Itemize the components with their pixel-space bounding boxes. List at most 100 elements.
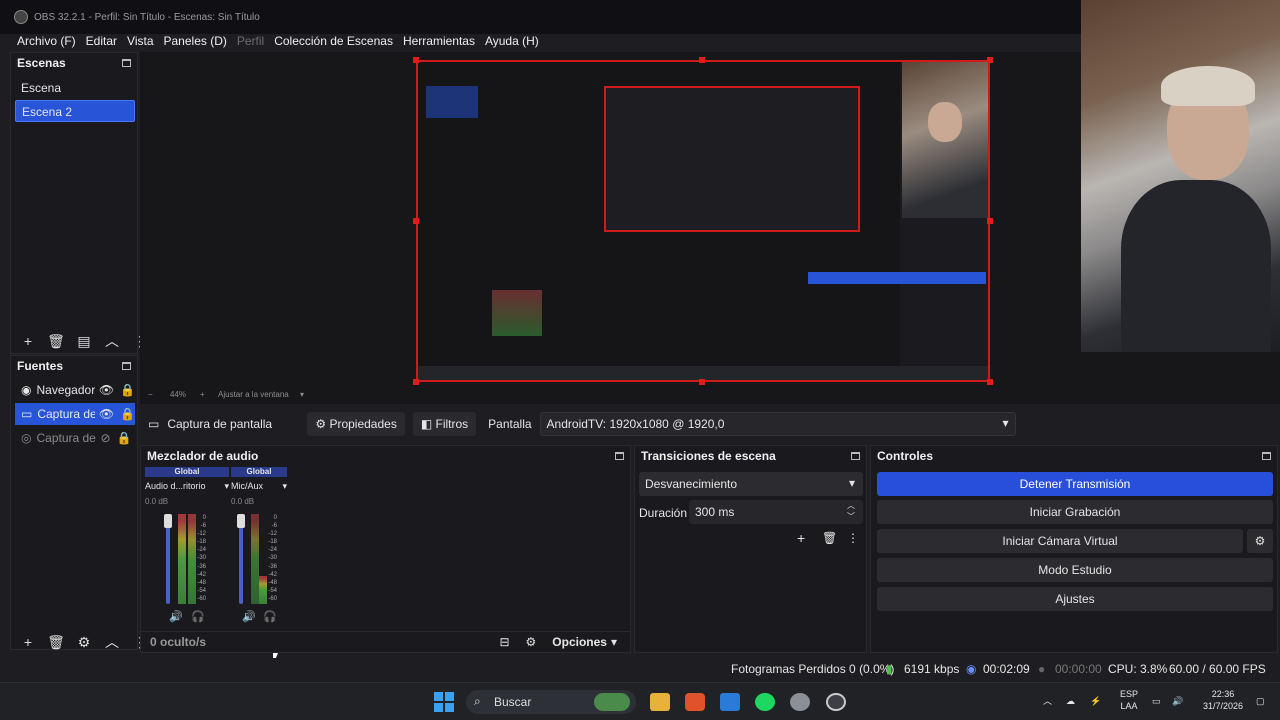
record-time: 00:00:00 — [1055, 662, 1102, 676]
captured-screen — [418, 62, 988, 380]
tray-chevron-icon[interactable]: ︿ — [1043, 695, 1052, 707]
speaker-icon[interactable]: 🔊 — [1172, 695, 1183, 707]
chevron-down-icon[interactable]: ▾ — [300, 390, 304, 399]
eye-icon[interactable]: 👁 — [99, 407, 114, 421]
zoom-in-icon[interactable]: + — [200, 390, 205, 399]
virtual-camera-button[interactable]: Iniciar Cámara Virtual — [877, 529, 1243, 553]
remove-scene-icon[interactable]: 🗑 — [45, 333, 67, 350]
obs-taskbar-icon[interactable] — [826, 693, 846, 711]
filters-button[interactable]: ◧ Filtros — [412, 412, 477, 436]
start-recording-button[interactable]: Iniciar Grabación — [877, 500, 1273, 524]
undock-icon[interactable] — [615, 452, 624, 460]
menu-paneles[interactable]: Paneles (D) — [164, 34, 227, 48]
network-tray-icon[interactable]: ⚡ — [1090, 695, 1101, 707]
menu-perfil[interactable]: Perfil — [237, 34, 264, 48]
move-up-icon[interactable]: ︿ — [101, 331, 123, 351]
chevron-down-icon[interactable]: ▾ — [282, 481, 287, 492]
program-preview[interactable] — [416, 60, 990, 382]
transitions-dock: Transiciones de escena Desvanecimiento ▾… — [634, 445, 867, 653]
menu-editar[interactable]: Editar — [86, 34, 117, 48]
undock-icon[interactable] — [122, 59, 131, 67]
mixer-channel-desktop: Global Audio d...ritorio ▾ 0.0 dB — [145, 467, 229, 506]
volume-icon[interactable]: 🔊 — [242, 610, 256, 623]
remove-transition-icon[interactable]: 🗑 — [822, 531, 837, 545]
menu-archivo[interactable]: Archivo (F) — [17, 34, 76, 48]
lock-icon[interactable]: 🔒 — [120, 383, 135, 397]
start-icon[interactable] — [434, 692, 454, 712]
volume-fader[interactable] — [239, 518, 243, 604]
filter-icon: ◧ — [420, 417, 436, 431]
level-meter — [178, 514, 186, 604]
source-item-captura-juego[interactable]: ◎ Captura de ⊘ 🔒 — [15, 427, 135, 449]
add-scene-icon[interactable]: + — [17, 333, 39, 349]
add-transition-icon[interactable]: + — [797, 530, 805, 546]
transition-select[interactable]: Desvanecimiento ▾ — [639, 472, 863, 496]
volume-icon[interactable]: 🔊 — [169, 610, 183, 623]
scene-item-escena-2[interactable]: Escena 2 — [15, 100, 135, 122]
taskbar-search[interactable]: ⌕ Buscar — [466, 690, 636, 714]
spinner-icon[interactable]: ︿ ﹀ — [847, 500, 855, 522]
clock[interactable]: 22:36 31/7/2026 — [1196, 688, 1250, 712]
more-icon[interactable]: ⋮ — [847, 531, 859, 545]
brave-browser-icon[interactable] — [685, 693, 705, 711]
store-icon[interactable] — [720, 693, 740, 711]
options-button[interactable]: Opciones — [552, 635, 607, 649]
settings-button[interactable]: Ajustes — [877, 587, 1273, 611]
resize-handle[interactable] — [413, 379, 419, 385]
fader-knob[interactable] — [237, 514, 245, 528]
studio-mode-button[interactable]: Modo Estudio — [877, 558, 1273, 582]
resize-handle[interactable] — [413, 218, 419, 224]
eye-hidden-icon[interactable]: ⊘ — [100, 431, 110, 445]
undock-icon[interactable] — [851, 452, 860, 460]
layout-toggle-icon[interactable]: ⊟ — [499, 635, 509, 649]
file-explorer-icon[interactable] — [650, 693, 670, 711]
chevron-down-icon[interactable]: ▾ — [224, 481, 229, 492]
language-indicator[interactable]: ESP LAA — [1116, 688, 1142, 712]
resize-handle[interactable] — [987, 218, 993, 224]
monitor-headphones-icon[interactable]: 🎧 — [263, 610, 277, 623]
fit-window-label[interactable]: Ajustar a la ventana — [218, 390, 289, 399]
db-scale: 0 -6 -12 -18 -24 -30 -36 -42 -48 -54 -60 — [268, 515, 277, 602]
virtual-camera-settings-icon[interactable]: ⚙ — [1247, 529, 1273, 553]
onedrive-icon[interactable]: ☁ — [1066, 695, 1075, 707]
notification-icon[interactable]: ▢ — [1256, 695, 1265, 707]
resize-handle[interactable] — [699, 57, 705, 63]
search-highlight-icon — [594, 693, 630, 711]
source-item-navegador[interactable]: ◉ Navegador 👁 🔒 — [15, 379, 135, 401]
zoom-level: 44% — [170, 390, 187, 399]
stop-stream-button[interactable]: Detener Transmisión — [877, 472, 1273, 496]
display-select[interactable]: AndroidTV: 1920x1080 @ 1920,0 ▾ — [539, 412, 1016, 436]
display-label: Pantalla — [488, 417, 532, 431]
lock-icon[interactable]: 🔒 — [120, 407, 135, 421]
chevron-down-icon[interactable]: ▾ — [611, 635, 617, 649]
settings-icon[interactable] — [790, 693, 810, 711]
scene-filters-icon[interactable]: ▤ — [73, 333, 95, 350]
lock-icon[interactable]: 🔒 — [117, 431, 132, 445]
menu-coleccion[interactable]: Colección de Escenas — [274, 34, 393, 48]
duration-input[interactable]: 300 ms ︿ ﹀ — [689, 500, 863, 524]
menu-ayuda[interactable]: Ayuda (H) — [485, 34, 539, 48]
resize-handle[interactable] — [987, 57, 993, 63]
menu-herramientas[interactable]: Herramientas — [403, 34, 475, 48]
advanced-audio-icon[interactable]: ⚙ — [526, 635, 537, 649]
channel-name: Audio d...ritorio — [145, 481, 206, 491]
scene-item-escena[interactable]: Escena — [15, 77, 135, 99]
resize-handle[interactable] — [987, 379, 993, 385]
fader-knob[interactable] — [164, 514, 172, 528]
source-item-captura-pantalla[interactable]: ▭ Captura de 👁 🔒 — [15, 403, 135, 425]
resize-handle[interactable] — [413, 57, 419, 63]
monitor-icon: ▭ — [148, 417, 160, 431]
properties-button[interactable]: ⚙ Propiedades — [307, 412, 405, 436]
resize-handle[interactable] — [699, 379, 705, 385]
spotify-icon[interactable] — [755, 693, 775, 711]
search-icon: ⌕ — [474, 694, 481, 708]
wifi-icon[interactable]: ▭ — [1152, 695, 1161, 707]
monitor-headphones-icon[interactable]: 🎧 — [191, 610, 205, 623]
menu-vista[interactable]: Vista — [127, 34, 153, 48]
undock-icon[interactable] — [1262, 452, 1271, 460]
undock-icon[interactable] — [122, 362, 131, 370]
zoom-out-icon[interactable]: − — [148, 390, 153, 399]
volume-fader[interactable] — [166, 518, 170, 604]
eye-icon[interactable]: 👁 — [99, 383, 114, 397]
preview-zoom-bar: − 44% + Ajustar a la ventana ▾ — [140, 388, 700, 402]
